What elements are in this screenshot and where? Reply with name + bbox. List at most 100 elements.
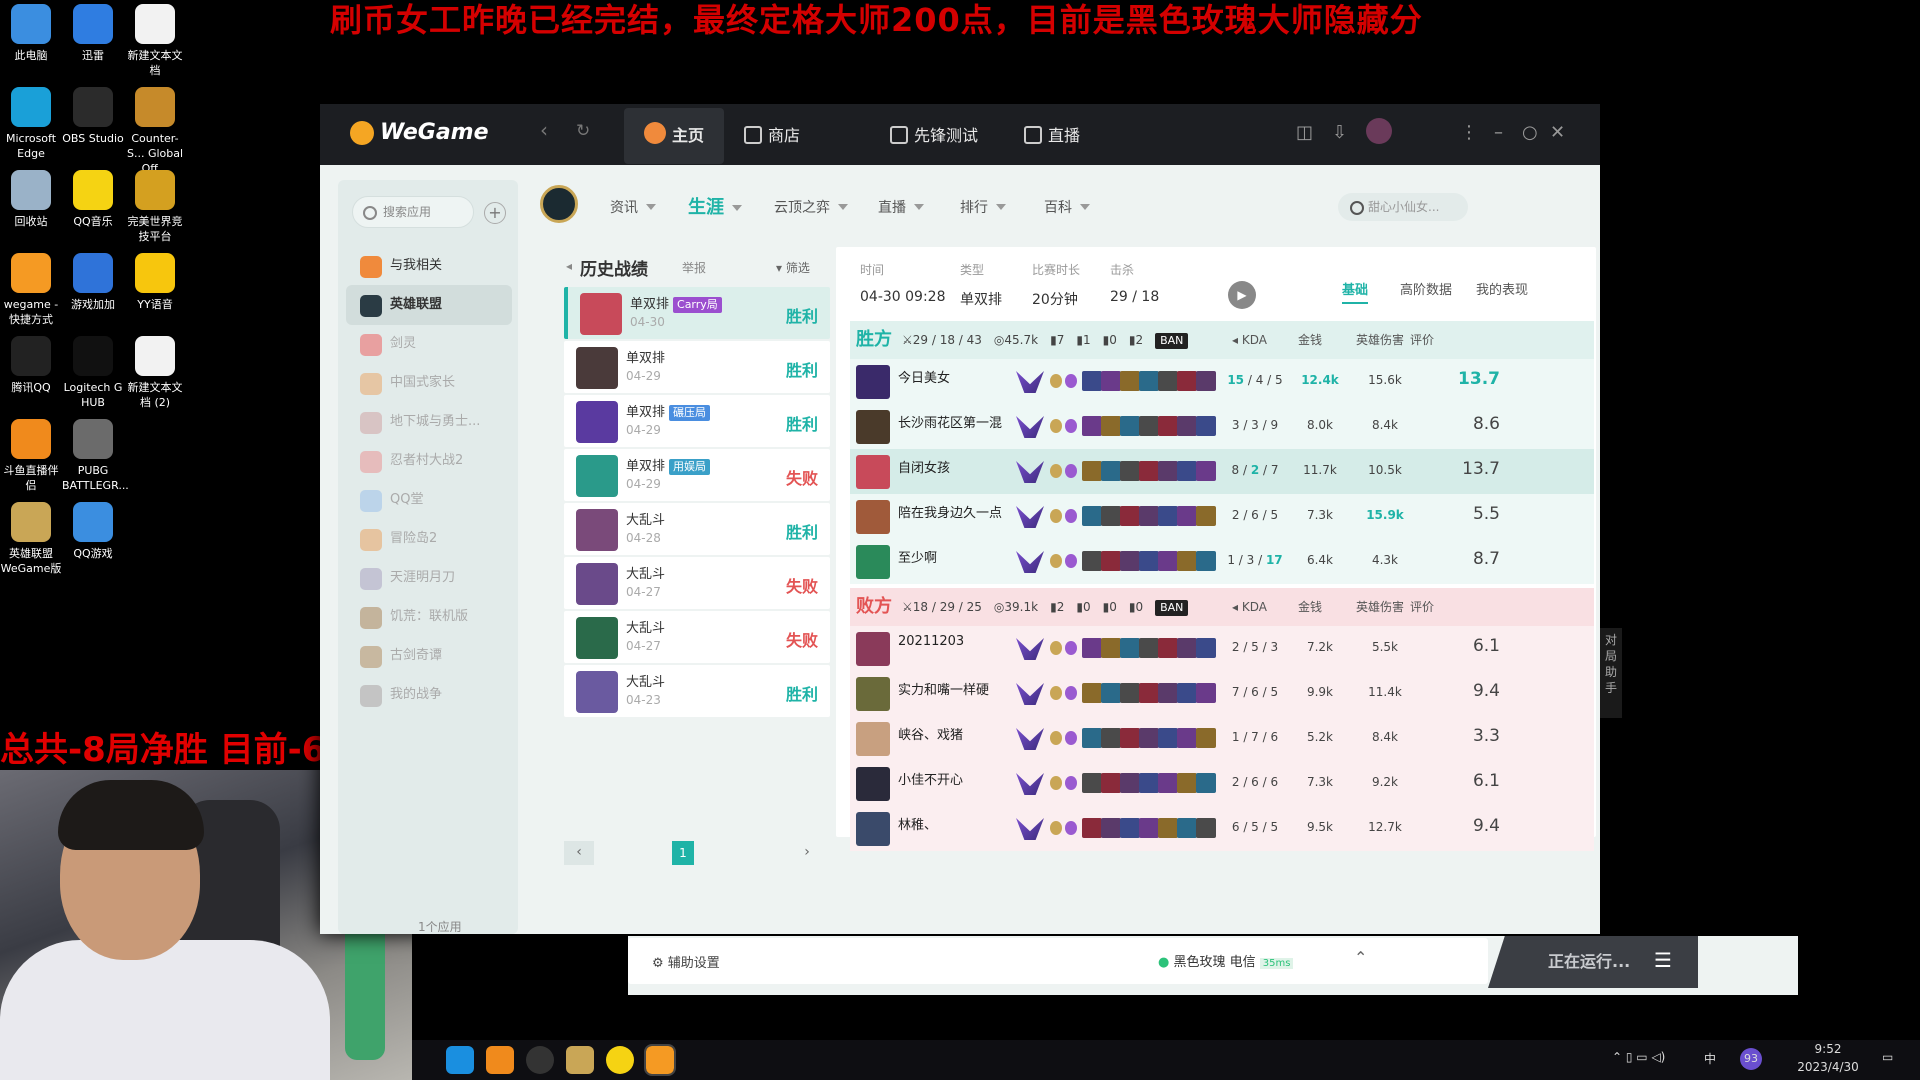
player-row[interactable]: 小佳不开心 2 / 6 / 6 7.3k 9.2k 6.1	[850, 761, 1594, 806]
clock-date[interactable]: 2023/4/30	[1788, 1060, 1868, 1074]
taskbar-lol-icon[interactable]	[566, 1046, 594, 1074]
match-list-item[interactable]: 单双排 04-29 胜利	[564, 341, 830, 393]
desktop-icon[interactable]: Logitech G HUB	[62, 336, 124, 410]
player-row[interactable]: 自闭女孩 8 / 2 / 7 11.7k 10.5k 13.7	[850, 449, 1594, 494]
subnav-item[interactable]: 百科	[1044, 197, 1090, 217]
detail-tab[interactable]: 基础	[1342, 279, 1369, 304]
player-name[interactable]: 长沙雨花区第一混	[898, 412, 1002, 431]
filter-button[interactable]: ▾ 筛选	[776, 259, 810, 276]
desktop-icon[interactable]: 英雄联盟 WeGame版	[0, 502, 62, 576]
desktop-icon[interactable]: 回收站	[0, 170, 62, 229]
sidebar-item[interactable]: 剑灵	[346, 324, 512, 364]
player-name[interactable]: 实力和嘴一样硬	[898, 679, 989, 698]
tray-icons[interactable]: ⌃ ▯ ▭ ◁)	[1612, 1050, 1665, 1064]
subnav-item[interactable]: 直播	[878, 197, 924, 217]
report-link[interactable]: 举报	[682, 259, 706, 276]
player-row[interactable]: 陪在我身边久一点 2 / 6 / 5 7.3k 15.9k 5.5	[850, 494, 1594, 539]
tab-live[interactable]: 直播	[1004, 108, 1100, 164]
desktop-icon[interactable]: 迅雷	[62, 4, 124, 63]
desktop-icon[interactable]: 腾讯QQ	[0, 336, 62, 395]
ban-badge[interactable]: BAN	[1155, 600, 1189, 616]
sidebar-item[interactable]: 忍者村大战2	[346, 441, 512, 481]
maximize-icon[interactable]: ○	[1522, 122, 1538, 143]
sidebar-item[interactable]: 饥荒：联机版	[346, 597, 512, 637]
menu-icon[interactable]: ⋮	[1460, 122, 1478, 143]
match-list-item[interactable]: 单双排 用娱局 04-29 失败	[564, 449, 830, 501]
match-list-item[interactable]: 大乱斗 04-27 失败	[564, 557, 830, 609]
player-search-input[interactable]: 甜心小仙女...	[1338, 193, 1468, 221]
subnav-item[interactable]: 生涯	[688, 193, 742, 219]
sidebar-item[interactable]: 天涯明月刀	[346, 558, 512, 598]
sidebar-item[interactable]: 英雄联盟	[346, 285, 512, 325]
ime-indicator[interactable]: 中	[1704, 1050, 1716, 1067]
player-name[interactable]: 陪在我身边久一点	[898, 502, 1002, 521]
desktop-icon[interactable]: OBS Studio	[62, 87, 124, 146]
add-app-button[interactable]: +	[484, 202, 506, 224]
desktop-icon[interactable]: wegame - 快捷方式	[0, 253, 62, 327]
match-list-item[interactable]: 单双排 碾压局 04-29 胜利	[564, 395, 830, 447]
sidebar-item[interactable]: 与我相关	[346, 246, 512, 286]
sidebar-item[interactable]: QQ堂	[346, 480, 512, 520]
next-page-button[interactable]: ›	[792, 841, 822, 865]
replay-play-icon[interactable]: ▶	[1228, 281, 1256, 309]
taskbar-wegame-icon[interactable]	[644, 1044, 676, 1076]
subnav-item[interactable]: 排行	[960, 197, 1006, 217]
detail-tab[interactable]: 高阶数据	[1400, 279, 1452, 298]
back-icon[interactable]: ‹	[540, 118, 548, 142]
notification-badge[interactable]: 93	[1740, 1048, 1762, 1070]
chevron-up-icon[interactable]: ⌃	[1354, 948, 1367, 967]
tab-test[interactable]: 先锋测试	[870, 108, 998, 164]
notification-center-icon[interactable]: ▭	[1882, 1050, 1893, 1064]
desktop-icon[interactable]: 此电脑	[0, 4, 62, 63]
desktop-icon[interactable]: 新建文本文档	[124, 4, 186, 78]
player-row[interactable]: 至少啊 1 / 3 / 17 6.4k 4.3k 8.7	[850, 539, 1594, 584]
sidebar-item[interactable]: 我的战争	[346, 675, 512, 715]
user-avatar[interactable]	[1366, 118, 1392, 144]
message-icon[interactable]: ◫	[1296, 122, 1313, 143]
match-list-item[interactable]: 单双排 Carry局 04-30 胜利	[564, 287, 830, 339]
detail-tab[interactable]: 我的表现	[1476, 279, 1528, 298]
player-name[interactable]: 20211203	[898, 634, 964, 649]
taskbar-qqmusic-icon[interactable]	[606, 1046, 634, 1074]
player-row[interactable]: 实力和嘴一样硬 7 / 6 / 5 9.9k 11.4k 9.4	[850, 671, 1594, 716]
close-icon[interactable]: ✕	[1550, 122, 1565, 143]
wegame-logo[interactable]: WeGame	[350, 120, 489, 145]
taskbar-douyu-icon[interactable]	[486, 1046, 514, 1074]
collapse-icon[interactable]: ◂	[566, 259, 572, 273]
taskbar-obs-icon[interactable]	[526, 1046, 554, 1074]
match-list-item[interactable]: 大乱斗 04-28 胜利	[564, 503, 830, 555]
match-assistant-tab[interactable]: 对局助手	[1600, 628, 1622, 718]
clock-time[interactable]: 9:52	[1788, 1042, 1868, 1056]
sidebar-item[interactable]: 地下城与勇士...	[346, 402, 512, 442]
player-name[interactable]: 今日美女	[898, 367, 950, 386]
assist-settings-button[interactable]: ⚙ 辅助设置	[652, 952, 720, 971]
hamburger-icon[interactable]: ☰	[1654, 948, 1672, 972]
download-icon[interactable]: ⇩	[1332, 122, 1347, 143]
sidebar-item[interactable]: 古剑奇谭	[346, 636, 512, 676]
player-row[interactable]: 今日美女 15 / 4 / 5 12.4k 15.6k 13.7	[850, 359, 1594, 404]
player-name[interactable]: 峡谷、戏猪	[898, 724, 963, 743]
player-row[interactable]: 长沙雨花区第一混 3 / 3 / 9 8.0k 8.4k 8.6	[850, 404, 1594, 449]
desktop-icon[interactable]: Counter-S... Global Off...	[124, 87, 186, 176]
desktop-icon[interactable]: Microsoft Edge	[0, 87, 62, 161]
minimize-icon[interactable]: –	[1494, 122, 1503, 143]
subnav-item[interactable]: 云顶之弈	[774, 197, 848, 217]
app-search-input[interactable]: 搜索应用	[352, 196, 474, 228]
match-list-item[interactable]: 大乱斗 04-27 失败	[564, 611, 830, 663]
lol-logo[interactable]	[540, 185, 578, 223]
player-name[interactable]: 小佳不开心	[898, 769, 963, 788]
player-name[interactable]: 自闭女孩	[898, 457, 950, 476]
sidebar-item[interactable]: 中国式家长	[346, 363, 512, 403]
player-row[interactable]: 峡谷、戏猪 1 / 7 / 6 5.2k 8.4k 3.3	[850, 716, 1594, 761]
desktop-icon[interactable]: 完美世界竞技平台	[124, 170, 186, 244]
sidebar-item[interactable]: 冒险岛2	[346, 519, 512, 559]
ban-badge[interactable]: BAN	[1155, 333, 1189, 349]
prev-page-button[interactable]: ‹	[564, 841, 594, 865]
desktop-icon[interactable]: YY语音	[124, 253, 186, 312]
taskbar-edge-icon[interactable]	[446, 1046, 474, 1074]
refresh-icon[interactable]: ↻	[576, 121, 590, 141]
player-name[interactable]: 至少啊	[898, 547, 937, 566]
player-name[interactable]: 林稚、	[898, 814, 937, 833]
tab-home[interactable]: 主页	[624, 108, 725, 164]
desktop-icon[interactable]: 新建文本文档 (2)	[124, 336, 186, 410]
